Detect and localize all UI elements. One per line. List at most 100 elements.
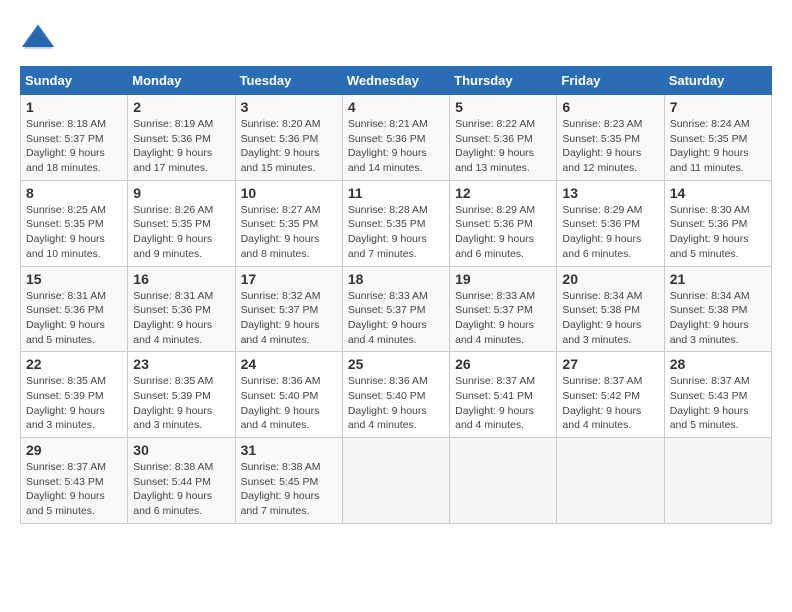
day-info: Sunrise: 8:34 AM Sunset: 5:38 PM Dayligh… — [562, 289, 658, 348]
day-info: Sunrise: 8:35 AM Sunset: 5:39 PM Dayligh… — [133, 374, 229, 433]
day-info: Sunrise: 8:33 AM Sunset: 5:37 PM Dayligh… — [348, 289, 444, 348]
calendar-week-0: 1 Sunrise: 8:18 AM Sunset: 5:37 PM Dayli… — [21, 95, 772, 181]
day-info: Sunrise: 8:36 AM Sunset: 5:40 PM Dayligh… — [348, 374, 444, 433]
calendar-week-2: 15 Sunrise: 8:31 AM Sunset: 5:36 PM Dayl… — [21, 266, 772, 352]
calendar-day: 9 Sunrise: 8:26 AM Sunset: 5:35 PM Dayli… — [128, 180, 235, 266]
day-info: Sunrise: 8:28 AM Sunset: 5:35 PM Dayligh… — [348, 203, 444, 262]
calendar-day: 19 Sunrise: 8:33 AM Sunset: 5:37 PM Dayl… — [450, 266, 557, 352]
day-info: Sunrise: 8:35 AM Sunset: 5:39 PM Dayligh… — [26, 374, 122, 433]
day-number: 14 — [670, 185, 766, 201]
day-info: Sunrise: 8:20 AM Sunset: 5:36 PM Dayligh… — [241, 117, 337, 176]
day-number: 12 — [455, 185, 551, 201]
empty-day — [664, 438, 771, 524]
calendar-day: 5 Sunrise: 8:22 AM Sunset: 5:36 PM Dayli… — [450, 95, 557, 181]
day-number: 3 — [241, 99, 337, 115]
calendar-week-4: 29 Sunrise: 8:37 AM Sunset: 5:43 PM Dayl… — [21, 438, 772, 524]
day-number: 23 — [133, 356, 229, 372]
day-number: 7 — [670, 99, 766, 115]
calendar-day: 10 Sunrise: 8:27 AM Sunset: 5:35 PM Dayl… — [235, 180, 342, 266]
day-info: Sunrise: 8:21 AM Sunset: 5:36 PM Dayligh… — [348, 117, 444, 176]
calendar-day: 17 Sunrise: 8:32 AM Sunset: 5:37 PM Dayl… — [235, 266, 342, 352]
calendar-day: 6 Sunrise: 8:23 AM Sunset: 5:35 PM Dayli… — [557, 95, 664, 181]
column-header-thursday: Thursday — [450, 67, 557, 95]
calendar-day: 2 Sunrise: 8:19 AM Sunset: 5:36 PM Dayli… — [128, 95, 235, 181]
day-info: Sunrise: 8:38 AM Sunset: 5:44 PM Dayligh… — [133, 460, 229, 519]
calendar-day: 4 Sunrise: 8:21 AM Sunset: 5:36 PM Dayli… — [342, 95, 449, 181]
calendar-day: 23 Sunrise: 8:35 AM Sunset: 5:39 PM Dayl… — [128, 352, 235, 438]
column-header-tuesday: Tuesday — [235, 67, 342, 95]
calendar-week-1: 8 Sunrise: 8:25 AM Sunset: 5:35 PM Dayli… — [21, 180, 772, 266]
day-info: Sunrise: 8:24 AM Sunset: 5:35 PM Dayligh… — [670, 117, 766, 176]
calendar-day: 3 Sunrise: 8:20 AM Sunset: 5:36 PM Dayli… — [235, 95, 342, 181]
day-number: 8 — [26, 185, 122, 201]
day-number: 19 — [455, 271, 551, 287]
day-number: 20 — [562, 271, 658, 287]
calendar-day: 16 Sunrise: 8:31 AM Sunset: 5:36 PM Dayl… — [128, 266, 235, 352]
day-number: 31 — [241, 442, 337, 458]
day-number: 5 — [455, 99, 551, 115]
calendar-day: 25 Sunrise: 8:36 AM Sunset: 5:40 PM Dayl… — [342, 352, 449, 438]
calendar-day: 26 Sunrise: 8:37 AM Sunset: 5:41 PM Dayl… — [450, 352, 557, 438]
column-header-monday: Monday — [128, 67, 235, 95]
day-number: 13 — [562, 185, 658, 201]
day-info: Sunrise: 8:38 AM Sunset: 5:45 PM Dayligh… — [241, 460, 337, 519]
logo-icon — [20, 20, 56, 56]
calendar-day: 24 Sunrise: 8:36 AM Sunset: 5:40 PM Dayl… — [235, 352, 342, 438]
calendar-day: 31 Sunrise: 8:38 AM Sunset: 5:45 PM Dayl… — [235, 438, 342, 524]
calendar-day: 8 Sunrise: 8:25 AM Sunset: 5:35 PM Dayli… — [21, 180, 128, 266]
day-number: 2 — [133, 99, 229, 115]
day-info: Sunrise: 8:37 AM Sunset: 5:41 PM Dayligh… — [455, 374, 551, 433]
calendar-day: 14 Sunrise: 8:30 AM Sunset: 5:36 PM Dayl… — [664, 180, 771, 266]
day-info: Sunrise: 8:27 AM Sunset: 5:35 PM Dayligh… — [241, 203, 337, 262]
day-info: Sunrise: 8:23 AM Sunset: 5:35 PM Dayligh… — [562, 117, 658, 176]
day-number: 15 — [26, 271, 122, 287]
day-number: 6 — [562, 99, 658, 115]
day-info: Sunrise: 8:18 AM Sunset: 5:37 PM Dayligh… — [26, 117, 122, 176]
calendar-day: 13 Sunrise: 8:29 AM Sunset: 5:36 PM Dayl… — [557, 180, 664, 266]
day-number: 1 — [26, 99, 122, 115]
day-info: Sunrise: 8:19 AM Sunset: 5:36 PM Dayligh… — [133, 117, 229, 176]
day-number: 24 — [241, 356, 337, 372]
day-info: Sunrise: 8:36 AM Sunset: 5:40 PM Dayligh… — [241, 374, 337, 433]
logo — [20, 20, 62, 56]
day-info: Sunrise: 8:30 AM Sunset: 5:36 PM Dayligh… — [670, 203, 766, 262]
day-info: Sunrise: 8:34 AM Sunset: 5:38 PM Dayligh… — [670, 289, 766, 348]
calendar-day: 12 Sunrise: 8:29 AM Sunset: 5:36 PM Dayl… — [450, 180, 557, 266]
day-number: 25 — [348, 356, 444, 372]
day-info: Sunrise: 8:32 AM Sunset: 5:37 PM Dayligh… — [241, 289, 337, 348]
empty-day — [450, 438, 557, 524]
day-number: 17 — [241, 271, 337, 287]
calendar-day: 21 Sunrise: 8:34 AM Sunset: 5:38 PM Dayl… — [664, 266, 771, 352]
column-header-saturday: Saturday — [664, 67, 771, 95]
day-number: 26 — [455, 356, 551, 372]
day-number: 4 — [348, 99, 444, 115]
day-info: Sunrise: 8:29 AM Sunset: 5:36 PM Dayligh… — [455, 203, 551, 262]
day-number: 29 — [26, 442, 122, 458]
calendar-day: 18 Sunrise: 8:33 AM Sunset: 5:37 PM Dayl… — [342, 266, 449, 352]
day-info: Sunrise: 8:29 AM Sunset: 5:36 PM Dayligh… — [562, 203, 658, 262]
day-info: Sunrise: 8:25 AM Sunset: 5:35 PM Dayligh… — [26, 203, 122, 262]
calendar-day: 7 Sunrise: 8:24 AM Sunset: 5:35 PM Dayli… — [664, 95, 771, 181]
calendar-day: 22 Sunrise: 8:35 AM Sunset: 5:39 PM Dayl… — [21, 352, 128, 438]
calendar-day: 29 Sunrise: 8:37 AM Sunset: 5:43 PM Dayl… — [21, 438, 128, 524]
day-info: Sunrise: 8:26 AM Sunset: 5:35 PM Dayligh… — [133, 203, 229, 262]
day-info: Sunrise: 8:31 AM Sunset: 5:36 PM Dayligh… — [133, 289, 229, 348]
day-number: 30 — [133, 442, 229, 458]
calendar-day: 1 Sunrise: 8:18 AM Sunset: 5:37 PM Dayli… — [21, 95, 128, 181]
calendar-day: 28 Sunrise: 8:37 AM Sunset: 5:43 PM Dayl… — [664, 352, 771, 438]
calendar-week-3: 22 Sunrise: 8:35 AM Sunset: 5:39 PM Dayl… — [21, 352, 772, 438]
calendar-day: 11 Sunrise: 8:28 AM Sunset: 5:35 PM Dayl… — [342, 180, 449, 266]
day-info: Sunrise: 8:37 AM Sunset: 5:42 PM Dayligh… — [562, 374, 658, 433]
calendar-day: 20 Sunrise: 8:34 AM Sunset: 5:38 PM Dayl… — [557, 266, 664, 352]
calendar-day: 27 Sunrise: 8:37 AM Sunset: 5:42 PM Dayl… — [557, 352, 664, 438]
column-header-wednesday: Wednesday — [342, 67, 449, 95]
page-header — [20, 20, 772, 56]
day-info: Sunrise: 8:37 AM Sunset: 5:43 PM Dayligh… — [670, 374, 766, 433]
day-info: Sunrise: 8:31 AM Sunset: 5:36 PM Dayligh… — [26, 289, 122, 348]
day-number: 28 — [670, 356, 766, 372]
day-info: Sunrise: 8:37 AM Sunset: 5:43 PM Dayligh… — [26, 460, 122, 519]
day-number: 18 — [348, 271, 444, 287]
column-header-sunday: Sunday — [21, 67, 128, 95]
header-row: SundayMondayTuesdayWednesdayThursdayFrid… — [21, 67, 772, 95]
day-number: 9 — [133, 185, 229, 201]
